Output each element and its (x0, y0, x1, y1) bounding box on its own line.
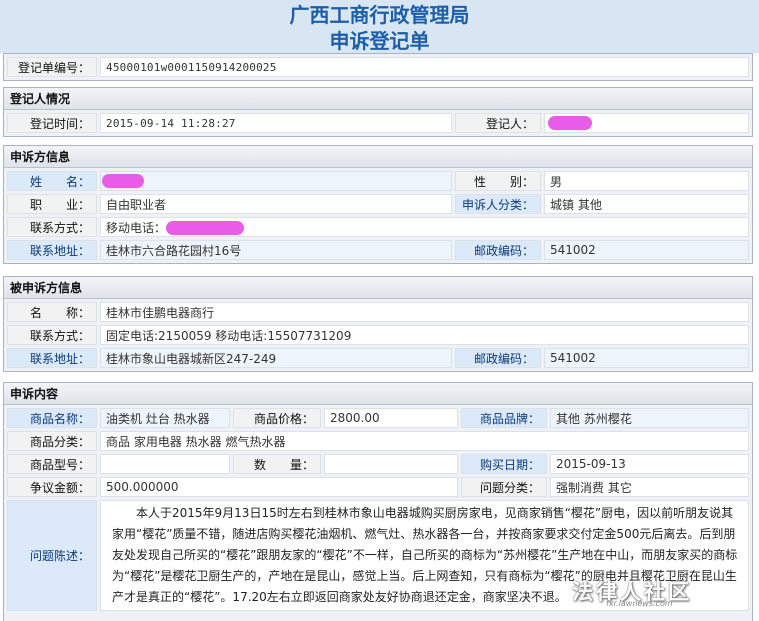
title-bar: 广西工商行政管理局 申诉登记单 (0, 0, 759, 53)
quantity-value (324, 454, 458, 474)
respondent-postcode-label: 邮政编码： (455, 348, 541, 368)
complainant-section-title: 申诉方信息 (4, 146, 752, 168)
mobile-phone-label: 移动电话： (106, 220, 167, 235)
complainant-name-label: 姓 名： (7, 171, 97, 191)
product-brand-label: 商品品牌： (461, 408, 547, 428)
quantity-label: 数 量： (233, 454, 321, 474)
complainant-address-label: 联系地址： (7, 240, 97, 260)
registrant-value (544, 113, 749, 133)
disputed-amount-label: 争议金额： (7, 477, 97, 497)
registration-time-label: 登记时间： (7, 113, 97, 133)
product-brand-value: 其他 苏州樱花 (550, 408, 749, 428)
registrant-section: 登记人情况 登记时间： 2015-09-14 11:28:27 登记人： (3, 87, 753, 137)
complainant-contact-value: 移动电话： (100, 217, 749, 237)
complainant-section: 申诉方信息 姓 名： 性 别： 男 职 业： 自由职业者 申诉人分类： 城镇 其… (3, 145, 753, 264)
issue-category-label: 问题分类： (461, 477, 547, 497)
registration-time-value: 2015-09-14 11:28:27 (100, 113, 452, 133)
redaction-mark (102, 174, 144, 189)
registration-number-panel: 登记单编号： 45000101w0001150914200025 (3, 53, 753, 81)
respondent-name-value: 桂林市佳鹏电器商行 (100, 302, 749, 322)
product-price-value: 2800.00 (324, 408, 458, 428)
complaint-section-title: 申诉内容 (4, 383, 752, 405)
redaction-mark (548, 116, 592, 131)
respondent-section: 被申诉方信息 名 称： 桂林市佳鹏电器商行 联系方式： 固定电话:2150059… (3, 276, 753, 372)
respondent-address-label: 联系地址： (7, 348, 97, 368)
respondent-contact-label: 联系方式： (7, 325, 97, 345)
product-name-value: 油类机 灶台 热水器 (100, 408, 230, 428)
complainant-contact-label: 联系方式： (7, 217, 97, 237)
occupation-value: 自由职业者 (100, 194, 452, 214)
issue-description-label: 问题陈述： (7, 500, 97, 611)
redaction-mark (166, 221, 245, 235)
disputed-amount-value: 500.000000 (100, 477, 458, 497)
complainant-category-value: 城镇 其他 (544, 194, 749, 214)
product-category-value: 商品 家用电器 热水器 燃气热水器 (100, 431, 749, 451)
respondent-postcode-value: 541002 (544, 348, 749, 368)
page-subtitle: 申诉登记单 (329, 29, 430, 53)
complainant-postcode-value: 541002 (544, 240, 749, 260)
page-title: 广西工商行政管理局 (289, 3, 470, 27)
product-model-label: 商品型号： (7, 454, 97, 474)
respondent-contact-value: 固定电话:2150059 移动电话:15507731209 (100, 325, 749, 345)
registration-number-value: 45000101w0001150914200025 (100, 57, 749, 77)
product-price-label: 商品价格： (233, 408, 321, 428)
complainant-category-label: 申诉人分类： (455, 194, 541, 214)
complainant-name-value (100, 171, 452, 191)
gender-label: 性 别： (455, 171, 541, 191)
respondent-address-value: 桂林市象山电器城新区247-249 (100, 348, 452, 368)
product-category-label: 商品分类： (7, 431, 97, 451)
respondent-name-label: 名 称： (7, 302, 97, 322)
registrant-section-title: 登记人情况 (4, 88, 752, 110)
purchase-date-label: 购买日期： (461, 454, 547, 474)
purchase-date-value: 2015-09-13 (550, 454, 749, 474)
occupation-label: 职 业： (7, 194, 97, 214)
complainant-address-value: 桂林市六合路花园村16号 (100, 240, 452, 260)
gender-value: 男 (544, 171, 749, 191)
complainant-postcode-label: 邮政编码： (455, 240, 541, 260)
watermark-url: fxr.lawnews.com (606, 599, 673, 608)
product-model-value (100, 454, 230, 474)
product-name-label: 商品名称： (7, 408, 97, 428)
registration-number-label: 登记单编号： (7, 57, 97, 77)
issue-category-value: 强制消费 其它 (550, 477, 749, 497)
respondent-section-title: 被申诉方信息 (4, 277, 752, 299)
registrant-label: 登记人： (455, 113, 541, 133)
